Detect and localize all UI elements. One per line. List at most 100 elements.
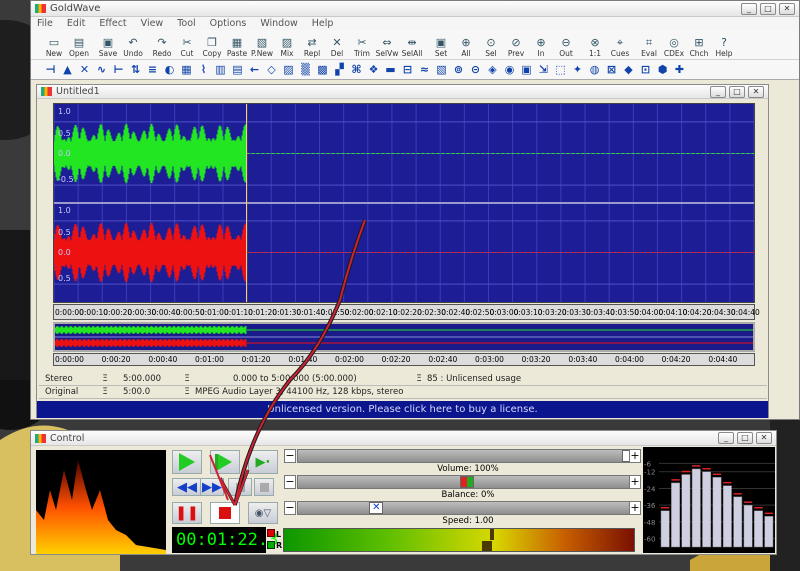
effect-tool-icon[interactable]: ✚ (672, 62, 687, 77)
close-button[interactable]: ✕ (779, 2, 795, 15)
effect-tool-icon[interactable]: ▲ (60, 62, 75, 77)
balance-plus-button[interactable]: + (629, 475, 641, 489)
waveform-canvas[interactable]: 1.0 0.5 0.0 -0.5 1.0 0.5 0.0 0.5 (53, 104, 755, 302)
toolbar-p-new-button[interactable]: ▧ P.New (251, 30, 273, 59)
toolbar-paste-button[interactable]: ▦ Paste (226, 30, 248, 59)
toolbar-del-button[interactable]: ✕ Del (326, 30, 348, 59)
volume-plus-button[interactable]: + (629, 449, 641, 463)
volume-slider[interactable] (297, 449, 636, 463)
minimize-button[interactable]: _ (741, 2, 757, 15)
maximize-button[interactable]: □ (760, 2, 776, 15)
speed-minus-button[interactable]: − (284, 501, 296, 515)
effect-tool-icon[interactable]: ⊣ (43, 62, 58, 77)
effect-tool-icon[interactable]: ▬ (383, 62, 398, 77)
doc-close-button[interactable]: ✕ (748, 85, 764, 98)
toolbar-copy-button[interactable]: ❐ Copy (201, 30, 223, 59)
toolbar-cdex-button[interactable]: ◎ CDEx (663, 30, 685, 59)
overview-waveform[interactable] (53, 322, 755, 352)
effect-tool-icon[interactable]: ⇅ (128, 62, 143, 77)
speed-slider[interactable]: ✕ (297, 501, 635, 515)
speed-thumb[interactable]: ✕ (369, 502, 384, 514)
effect-tool-icon[interactable]: ✕ (77, 62, 92, 77)
effect-tool-icon[interactable]: ≈ (417, 62, 432, 77)
waveform-display[interactable]: 1.0 0.5 0.0 -0.5 1.0 0.5 0.0 0.5 (53, 103, 755, 303)
toolbar-cues-button[interactable]: ⌖ Cues (609, 30, 631, 59)
toolbar-redo-button[interactable]: ↷ Redo (151, 30, 173, 59)
menu-effect[interactable]: Effect (99, 18, 126, 29)
effect-tool-icon[interactable]: ▦ (179, 62, 194, 77)
menu-window[interactable]: Window (260, 18, 297, 29)
effect-tool-icon[interactable]: ∿ (94, 62, 109, 77)
effect-tool-icon[interactable]: ⇲ (536, 62, 551, 77)
effect-tool-icon[interactable]: ◍ (587, 62, 602, 77)
toolbar-all-button[interactable]: ⊕ All (455, 30, 477, 59)
effect-tool-icon[interactable]: ⊡ (638, 62, 653, 77)
volume-minus-button[interactable]: − (284, 449, 296, 463)
menu-help[interactable]: Help (312, 18, 334, 29)
effect-tool-icon[interactable]: ❖ (366, 62, 381, 77)
toolbar-help-button[interactable]: ? Help (713, 30, 735, 59)
effect-tool-icon[interactable]: ▥ (213, 62, 228, 77)
license-banner[interactable]: Unlicensed version. Please click here to… (37, 401, 768, 418)
effect-tool-icon[interactable]: ▧ (434, 62, 449, 77)
effect-tool-icon[interactable]: ▩ (315, 62, 330, 77)
record-button[interactable]: ◉▽ (248, 502, 278, 524)
menu-file[interactable]: File (37, 18, 53, 29)
toolbar-set-button[interactable]: ▣ Set (430, 30, 452, 59)
effect-tool-icon[interactable]: ▤ (230, 62, 245, 77)
effect-tool-icon[interactable]: ⊝ (468, 62, 483, 77)
stop-button[interactable] (210, 502, 240, 524)
effect-tool-icon[interactable]: ▨ (281, 62, 296, 77)
toolbar-prev-button[interactable]: ⊘ Prev (505, 30, 527, 59)
play-from-button[interactable]: ▶∙ (248, 450, 278, 474)
toolbar-mix-button[interactable]: ▨ Mix (276, 30, 298, 59)
effect-tool-icon[interactable]: ← (247, 62, 262, 77)
balance-minus-button[interactable]: − (284, 475, 296, 489)
balance-slider[interactable] (297, 475, 635, 489)
toolbar-1-1-button[interactable]: ⊗ 1:1 (584, 30, 606, 59)
overview-canvas[interactable] (54, 324, 753, 350)
effect-tool-icon[interactable]: ⌘ (349, 62, 364, 77)
effect-tool-icon[interactable]: ⊟ (400, 62, 415, 77)
toolbar-undo-button[interactable]: ↶ Undo (122, 30, 144, 59)
play-selection-button[interactable] (210, 450, 240, 474)
toolbar-chch-button[interactable]: ⊞ Chch (688, 30, 710, 59)
ctrl-minimize-button[interactable]: _ (718, 432, 734, 444)
menu-edit[interactable]: Edit (67, 18, 85, 29)
effect-tool-icon[interactable]: ▣ (519, 62, 534, 77)
effect-tool-icon[interactable]: ▒ (298, 62, 313, 77)
effect-tool-icon[interactable]: ≡ (145, 62, 160, 77)
toolbar-sel-button[interactable]: ⊙ Sel (480, 30, 502, 59)
stop-mode-button[interactable] (254, 478, 274, 496)
toolbar-selvw-button[interactable]: ⇔ SelVw (376, 30, 399, 59)
toolbar-repl-button[interactable]: ⇄ Repl (301, 30, 323, 59)
toolbar-trim-button[interactable]: ✂ Trim (351, 30, 373, 59)
record-mode-button[interactable] (228, 478, 252, 496)
effect-tool-icon[interactable]: ◐ (162, 62, 177, 77)
effect-tool-icon[interactable]: ⌇ (196, 62, 211, 77)
toolbar-new-button[interactable]: ▭ New (43, 30, 65, 59)
menu-view[interactable]: View (141, 18, 164, 29)
effect-tool-icon[interactable]: ⊠ (604, 62, 619, 77)
effect-tool-icon[interactable]: ◆ (621, 62, 636, 77)
effect-tool-icon[interactable]: ◉ (502, 62, 517, 77)
rewind-button[interactable]: ◀◀ (172, 478, 202, 496)
fast-forward-button[interactable]: ▶▶ (200, 478, 224, 496)
effect-tool-icon[interactable]: ⊚ (451, 62, 466, 77)
effect-tool-icon[interactable]: ✦ (570, 62, 585, 77)
time-ruler[interactable]: 0:00:00 0:00:10 0:00:20 0:00:30 0:00:40 0:00:… (53, 304, 760, 320)
effect-tool-icon[interactable]: ◇ (264, 62, 279, 77)
toolbar-save-button[interactable]: ▣ Save (97, 30, 119, 59)
menu-options[interactable]: Options (210, 18, 247, 29)
menu-tool[interactable]: Tool (177, 18, 195, 29)
speed-plus-button[interactable]: + (629, 501, 641, 515)
effect-tool-icon[interactable]: ⬚ (553, 62, 568, 77)
effect-tool-icon[interactable]: ⬢ (655, 62, 670, 77)
toolbar-in-button[interactable]: ⊕ In (530, 30, 552, 59)
balance-thumb[interactable] (460, 476, 474, 488)
effect-tool-icon[interactable]: ▞ (332, 62, 347, 77)
ctrl-close-button[interactable]: ✕ (756, 432, 772, 444)
doc-minimize-button[interactable]: _ (710, 85, 726, 98)
play-button[interactable] (172, 450, 202, 474)
doc-maximize-button[interactable]: □ (729, 85, 745, 98)
